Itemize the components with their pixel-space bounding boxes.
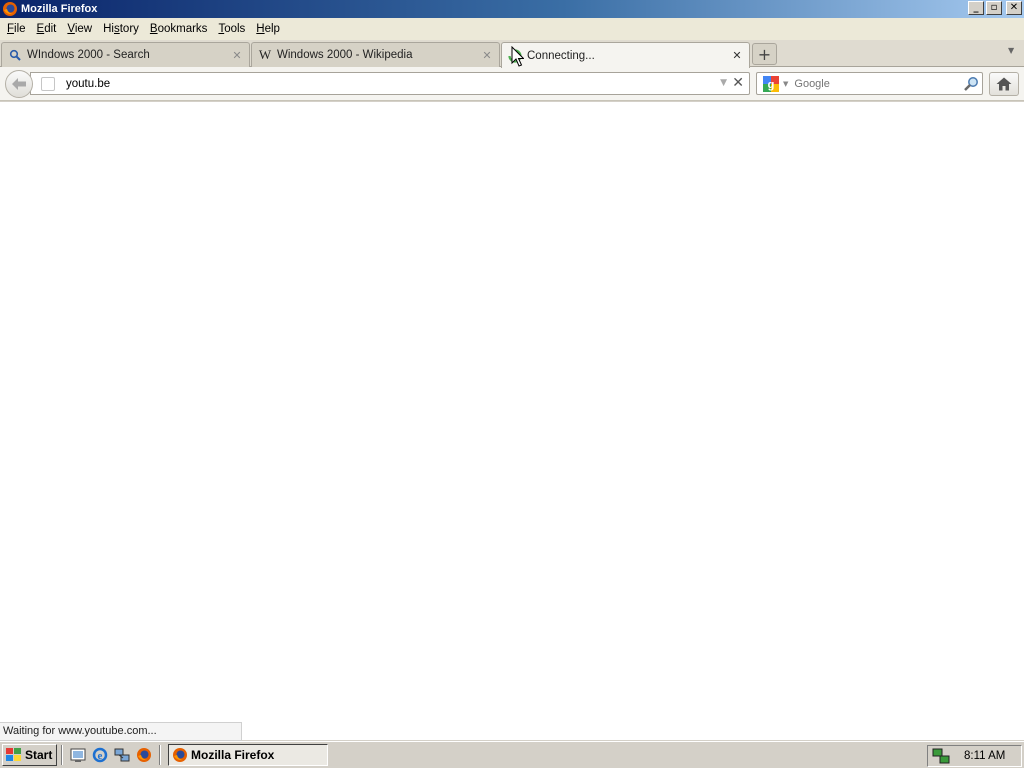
firefox-icon[interactable] [133,744,155,766]
chevron-down-icon: ▼ [1008,46,1015,55]
mouse-cursor-icon [511,46,524,67]
tab-label: Windows 2000 - Wikipedia [277,49,413,61]
start-button[interactable]: Start [2,744,57,766]
menu-view-accel: V [67,23,75,35]
restore-icon: ▫ [990,2,998,13]
menu-bookmarks-label: ookmarks [157,23,208,35]
firefox-icon [173,748,187,762]
url-input[interactable] [66,77,686,90]
plus-icon: + [757,44,772,64]
google-engine-icon[interactable]: g [759,73,783,94]
menu-tools-label: ools [224,23,246,35]
engine-dropdown-icon[interactable]: ▼ [783,80,788,88]
url-bar[interactable]: ▼ ✕ [30,72,750,95]
tab-close-button[interactable]: ✕ [229,49,245,62]
menu-help-label: elp [264,23,280,35]
menu-edit-label: dit [44,23,57,35]
close-window-button[interactable]: ✕ [1006,1,1022,15]
menu-history-pre: Hi [103,23,114,35]
search-icon [8,48,22,62]
home-button[interactable] [989,72,1019,96]
system-tray: 8:11 AM [927,745,1022,767]
show-desktop-icon[interactable] [67,744,89,766]
list-all-tabs-button[interactable]: ▼ [1008,46,1014,55]
taskbar-firefox-window[interactable]: Mozilla Firefox [168,744,328,766]
taskbar-separator [61,745,63,765]
menu-view[interactable]: View [63,23,99,35]
internet-explorer-icon[interactable]: e [89,744,111,766]
search-bar[interactable]: g ▼ [756,72,983,95]
new-tab-button[interactable]: + [752,43,777,65]
tab-search[interactable]: WIndows 2000 - Search ✕ [1,42,250,67]
start-label: Start [25,748,53,762]
menu-history[interactable]: History [99,23,146,35]
menu-bookmarks[interactable]: Bookmarks [146,23,215,35]
tab-label: Connecting... [527,49,595,62]
search-go-icon[interactable] [963,76,979,95]
firefox-icon [3,2,17,16]
network-icon[interactable] [111,744,133,766]
menu-file-accel: F [7,23,15,35]
menu-view-label: iew [74,23,93,35]
menu-help-accel: H [256,23,265,35]
taskbar-separator [159,745,161,765]
status-panel: Waiting for www.youtube.com... [0,722,242,741]
svg-text:e: e [98,750,103,762]
page-content-area[interactable] [0,102,1024,740]
menubar: File Edit View History Bookmarks Tools H… [0,18,1024,40]
network-connection-icon[interactable] [932,748,950,764]
menu-help[interactable]: Help [252,23,287,35]
menu-edit[interactable]: Edit [33,23,64,35]
window-title: Mozilla Firefox [21,3,98,15]
menu-file[interactable]: File [3,23,33,35]
task-label: Mozilla Firefox [191,748,275,762]
menu-tools[interactable]: Tools [214,23,252,35]
tab-close-button[interactable]: ✕ [479,49,495,62]
stop-button[interactable]: ✕ [732,75,744,91]
menu-bookmarks-accel: B [149,23,158,35]
url-history-dropdown-icon[interactable]: ▼ [720,78,727,88]
menu-history-label: tory [119,23,139,35]
search-input[interactable] [794,77,955,90]
maximize-button[interactable]: ▫ [986,1,1002,15]
minimize-icon: _ [973,2,979,13]
tab-label: WIndows 2000 - Search [27,49,150,61]
navigation-toolbar: ▼ ✕ g ▼ [0,67,1024,101]
windows-flag-icon [6,748,21,761]
tab-connecting[interactable]: Connecting... ✕ [501,42,750,68]
back-arrow-icon [12,78,26,90]
home-icon [996,77,1012,91]
close-icon: ✕ [1009,2,1019,13]
wikipedia-icon: W [258,47,272,62]
back-button[interactable] [5,70,33,98]
tab-wikipedia[interactable]: W Windows 2000 - Wikipedia ✕ [251,42,500,67]
tab-close-button[interactable]: ✕ [729,49,745,62]
site-identity-icon[interactable] [41,76,55,91]
window-titlebar[interactable]: Mozilla Firefox _ ▫ ✕ [0,0,1024,18]
taskbar: Start e Mozilla Firefox 8:11 AM [0,741,1024,768]
minimize-button[interactable]: _ [968,1,984,15]
menu-file-label: ile [14,23,26,35]
clock[interactable]: 8:11 AM [964,750,1005,762]
svg-text:g: g [768,79,775,91]
